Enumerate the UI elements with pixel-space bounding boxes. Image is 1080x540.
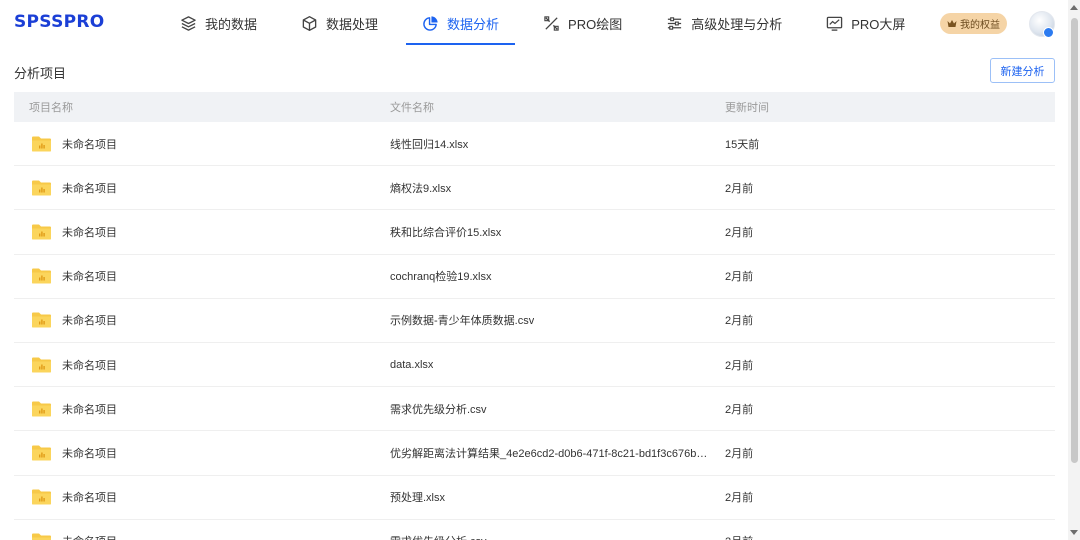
- my-benefits-label: 我的权益: [960, 20, 1000, 31]
- new-analysis-button[interactable]: 新建分析: [990, 58, 1055, 83]
- file-name: 预处理.xlsx: [390, 492, 445, 505]
- table-row[interactable]: 未命名项目 优劣解距离法计算结果_4e2e6cd2-d0b6-471f-8c21…: [14, 431, 1055, 476]
- file-name: cochranq检验19.xlsx: [390, 271, 492, 284]
- project-name: 未命名项目: [62, 533, 117, 540]
- file-name: 线性回归14.xlsx: [390, 138, 469, 151]
- file-name: 示例数据-青少年体质数据.csv: [390, 315, 535, 328]
- table-row[interactable]: 未命名项目 预处理.xlsx 2月前: [14, 476, 1055, 520]
- updated-time: 2月前: [725, 182, 754, 195]
- nav-advanced-analysis[interactable]: 高级处理与分析: [666, 0, 782, 46]
- table-row[interactable]: 未命名项目 秩和比综合评价15.xlsx 2月前: [14, 210, 1055, 255]
- app-window: SPSSPRO 我的数据 数据处理 数据分析 PRO绘图 高级处理与分析 PRO…: [0, 0, 1080, 540]
- nav-label: 数据分析: [447, 16, 500, 32]
- folder-chart-icon: [32, 180, 51, 196]
- project-name: 未命名项目: [62, 492, 117, 505]
- table-body: 未命名项目 线性回归14.xlsx 15天前 未命名项目 熵权法9.xlsx 2…: [14, 122, 1055, 540]
- file-name: 秩和比综合评价15.xlsx: [390, 226, 502, 239]
- nav-label: 我的数据: [205, 16, 258, 32]
- file-name: 需求优先级分析.csv: [390, 403, 487, 416]
- updated-time: 2月前: [725, 271, 754, 284]
- pie-chart-icon: [423, 15, 438, 31]
- layers-icon: [181, 15, 196, 31]
- updated-time: 2月前: [725, 533, 753, 540]
- project-name: 未命名项目: [62, 403, 117, 416]
- page-title: 分析项目: [14, 66, 67, 81]
- nav-label: 高级处理与分析: [691, 16, 783, 32]
- table-row[interactable]: 未命名项目 线性回归14.xlsx 15天前: [14, 122, 1055, 167]
- folder-chart-icon: [32, 357, 51, 373]
- project-name: 未命名项目: [62, 182, 117, 195]
- updated-time: 2月前: [725, 447, 754, 460]
- spsspro-logo[interactable]: SPSSPRO: [14, 12, 105, 32]
- my-benefits-button[interactable]: 我的权益: [940, 13, 1007, 34]
- updated-time: 2月前: [725, 492, 754, 505]
- table-row[interactable]: 未命名项目 需求优先级分析.csv 2月前: [14, 387, 1055, 432]
- table-row[interactable]: 未命名项目 需求优先级分析.csv 2月前: [14, 520, 1055, 540]
- updated-time: 15天前: [725, 138, 760, 151]
- folder-chart-icon: [32, 224, 51, 240]
- column-header-project: 项目名称: [29, 102, 73, 114]
- file-name: 熵权法9.xlsx: [390, 182, 452, 195]
- project-name: 未命名项目: [62, 447, 117, 460]
- table-row[interactable]: 未命名项目 cochranq检验19.xlsx 2月前: [14, 255, 1055, 299]
- project-name: 未命名项目: [62, 138, 117, 151]
- avatar-badge-icon: [1043, 27, 1054, 38]
- updated-time: 2月前: [725, 315, 754, 328]
- project-name: 未命名项目: [62, 271, 117, 284]
- updated-time: 2月前: [725, 403, 754, 416]
- file-name: data.xlsx: [390, 358, 434, 371]
- projects-table: 项目名称 文件名称 更新时间 未命名项目 线性回归14.xlsx 15天前 未命…: [14, 92, 1055, 540]
- scroll-down-arrow-icon[interactable]: [1070, 530, 1078, 535]
- column-header-updated: 更新时间: [725, 102, 769, 114]
- nav-label: PRO大屏: [851, 16, 906, 32]
- project-name: 未命名项目: [62, 315, 117, 328]
- table-row[interactable]: 未命名项目 熵权法9.xlsx 2月前: [14, 166, 1055, 211]
- scrollbar-thumb[interactable]: [1071, 18, 1078, 463]
- sliders-icon: [668, 16, 682, 30]
- updated-time: 2月前: [725, 226, 754, 239]
- nav-data-processing[interactable]: 数据处理: [301, 0, 378, 46]
- nav-my-data[interactable]: 我的数据: [180, 0, 257, 46]
- monitor-chart-icon: [826, 16, 843, 31]
- updated-time: 2月前: [725, 359, 754, 372]
- nav-label: 数据处理: [326, 16, 379, 32]
- folder-chart-icon: [32, 268, 51, 284]
- folder-chart-icon: [32, 445, 51, 461]
- project-name: 未命名项目: [62, 226, 117, 239]
- file-name: 需求优先级分析.csv: [390, 533, 487, 540]
- folder-chart-icon: [32, 136, 51, 152]
- file-name: 优劣解距离法计算结果_4e2e6cd2-d0b6-471f-8c21-bd1f3…: [390, 447, 713, 460]
- main-nav: 我的数据 数据处理 数据分析 PRO绘图 高级处理与分析 PRO大屏: [172, 0, 905, 46]
- table-row[interactable]: 未命名项目 示例数据-青少年体质数据.csv 2月前: [14, 299, 1055, 343]
- folder-chart-icon: [32, 489, 51, 505]
- nav-pro-drawing[interactable]: PRO绘图: [543, 0, 622, 46]
- crown-icon: [947, 20, 957, 27]
- scroll-up-arrow-icon[interactable]: [1070, 5, 1078, 10]
- folder-chart-icon: [32, 312, 51, 328]
- cube-icon: [302, 15, 317, 31]
- draw-tools-icon: [544, 15, 559, 31]
- folder-chart-icon: [32, 401, 51, 417]
- table-row[interactable]: 未命名项目 data.xlsx 2月前: [14, 343, 1055, 388]
- column-header-file: 文件名称: [390, 102, 434, 114]
- nav-pro-dashboard[interactable]: PRO大屏: [826, 0, 905, 46]
- table-header: 项目名称 文件名称 更新时间: [14, 92, 1055, 122]
- folder-chart-icon: [32, 533, 51, 540]
- top-header: SPSSPRO 我的数据 数据处理 数据分析 PRO绘图 高级处理与分析 PRO…: [0, 0, 1068, 46]
- nav-label: PRO绘图: [568, 16, 623, 32]
- project-name: 未命名项目: [62, 359, 117, 372]
- nav-data-analysis[interactable]: 数据分析: [406, 0, 516, 46]
